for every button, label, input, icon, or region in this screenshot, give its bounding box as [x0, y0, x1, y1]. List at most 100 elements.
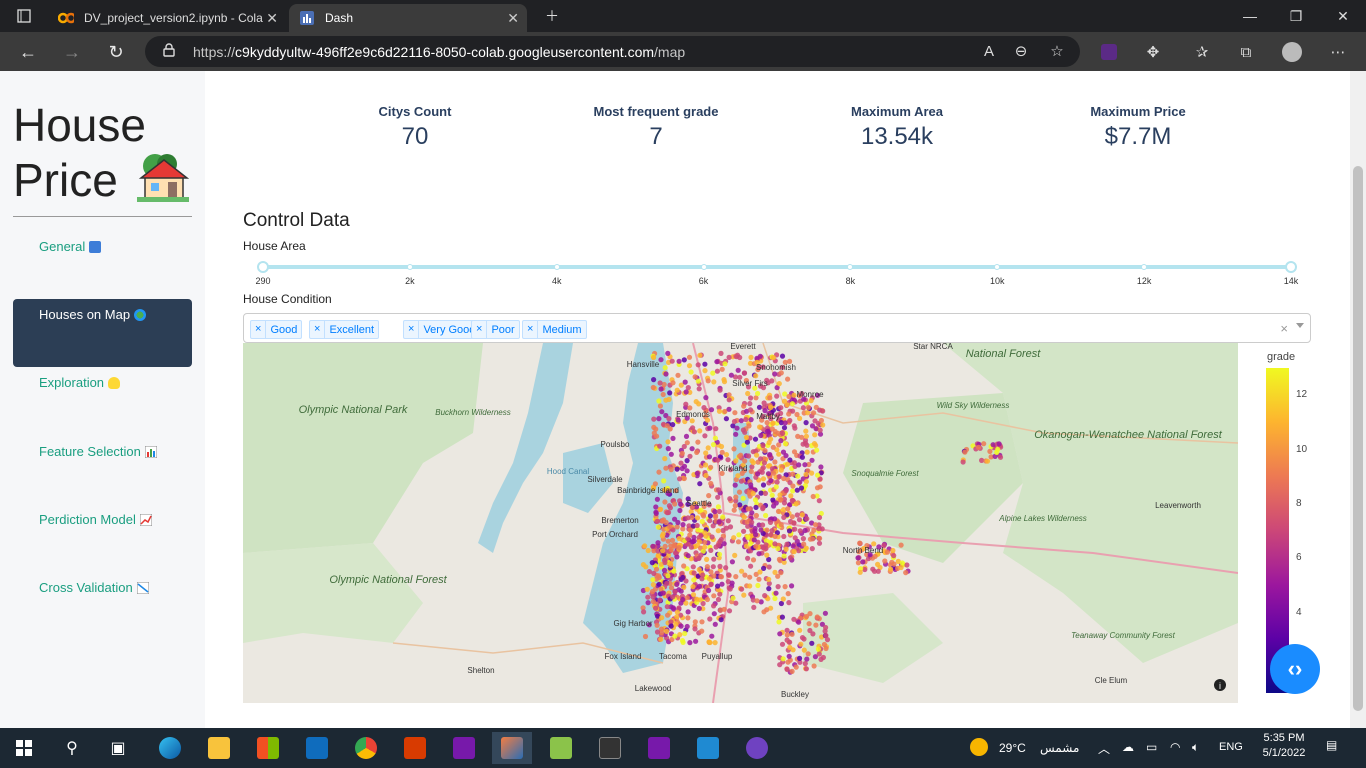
house-point — [723, 416, 729, 422]
house-point — [789, 401, 796, 407]
restore-icon[interactable]: ❐ — [1273, 0, 1319, 32]
chip-remove-icon[interactable]: × — [523, 321, 539, 338]
sidebar-item-houses-on-map[interactable]: Houses on Map — [13, 299, 192, 367]
wifi-icon[interactable]: ◠ — [1170, 740, 1180, 754]
battery-icon[interactable]: ▭ — [1146, 740, 1157, 754]
kpi-most-frequent-grade: Most frequent grade 7 — [556, 104, 756, 151]
forward-icon[interactable]: → — [56, 36, 88, 68]
chip-remove-icon[interactable]: × — [404, 321, 420, 338]
sidebar-item-feature-selection[interactable]: Feature Selection — [13, 436, 192, 504]
slider-tick-mark — [553, 264, 560, 270]
collections-icon[interactable]: ⧉ — [1232, 38, 1260, 66]
chrome-icon[interactable] — [346, 732, 386, 764]
edge-icon[interactable] — [150, 732, 190, 764]
weather-temperature[interactable]: 29°C — [999, 741, 1026, 755]
house-point — [756, 404, 763, 410]
lock-icon[interactable] — [163, 43, 175, 60]
house-area-slider-track[interactable] — [263, 265, 1291, 269]
condition-chip[interactable]: × Very Good — [403, 320, 481, 339]
house-point — [795, 473, 801, 479]
onenote-2-icon[interactable] — [639, 732, 679, 764]
clock[interactable]: 5:35 PM 5/1/2022 — [1255, 732, 1313, 759]
condition-chip[interactable]: × Good — [250, 320, 303, 339]
chip-remove-icon[interactable]: × — [310, 321, 326, 338]
notifications-icon[interactable]: ▤ — [1326, 738, 1337, 752]
house-point — [757, 569, 763, 575]
search-icon[interactable]: ⚲ — [52, 732, 92, 764]
sidebar-item-cross-validation[interactable]: Cross Validation — [13, 572, 192, 640]
profile-avatar[interactable] — [1278, 38, 1306, 66]
zoom-icon[interactable]: ⊖ — [1007, 37, 1035, 65]
sidebar-item-perdiction-model[interactable]: Perdiction Model — [13, 504, 192, 572]
weather-sun-icon[interactable] — [970, 738, 988, 756]
python-app-icon[interactable] — [492, 732, 532, 764]
house-point — [682, 630, 688, 637]
file-explorer-icon[interactable] — [199, 732, 239, 764]
onedrive-icon[interactable]: ☁ — [1122, 740, 1134, 754]
house-point — [653, 605, 659, 611]
favorites-icon[interactable]: ✰ — [1188, 38, 1216, 66]
store-icon[interactable] — [248, 732, 288, 764]
house-point — [696, 555, 702, 561]
terminal-icon[interactable] — [590, 732, 630, 764]
task-view-icon[interactable]: ▣ — [98, 732, 138, 764]
house-point — [726, 354, 732, 360]
house-point — [732, 482, 738, 488]
mail-icon[interactable] — [297, 732, 337, 764]
minimize-icon[interactable]: — — [1227, 0, 1273, 32]
map-canvas[interactable]: Everett Hansville Snohomish Silver Firs Monr… — [243, 343, 1238, 703]
read-aloud-icon[interactable]: A — [975, 37, 1003, 65]
sidebar-item-label: General — [39, 239, 86, 254]
back-icon[interactable]: ← — [12, 36, 44, 68]
chip-remove-icon[interactable]: × — [472, 321, 488, 338]
slider-max-handle[interactable] — [1285, 261, 1297, 273]
tab-actions-icon[interactable] — [0, 0, 48, 32]
condition-chip[interactable]: × Poor — [471, 320, 520, 339]
slider-min-handle[interactable] — [257, 261, 269, 273]
close-window-icon[interactable]: ✕ — [1320, 0, 1366, 32]
tab-colab[interactable]: DV_project_version2.ipynb - Cola ✕ — [48, 4, 286, 32]
house-point — [779, 641, 786, 647]
sidebar-item-exploration[interactable]: Exploration — [13, 368, 192, 436]
chip-remove-icon[interactable]: × — [251, 321, 267, 338]
more-menu-icon[interactable]: ⋯ — [1324, 38, 1352, 66]
refresh-icon[interactable]: ↻ — [100, 36, 132, 68]
house-point — [688, 544, 694, 550]
start-icon[interactable] — [4, 732, 44, 764]
code-embed-button[interactable]: ‹› — [1270, 644, 1320, 694]
house-condition-dropdown[interactable]: × Good × Excellent × Very Good × Poor × Medium × — [243, 313, 1311, 343]
onenote-icon[interactable] — [444, 732, 484, 764]
new-tab-icon[interactable]: ＋ — [529, 0, 575, 32]
volume-icon[interactable]: 🔈︎ — [1192, 740, 1199, 755]
github-desktop-icon[interactable] — [737, 732, 777, 764]
extension-icon[interactable] — [1095, 38, 1123, 66]
condition-chip[interactable]: × Excellent — [309, 320, 380, 339]
page-scrollbar[interactable] — [1350, 71, 1366, 728]
close-tab-icon[interactable]: ✕ — [507, 10, 519, 27]
title-line-2: Price — [13, 154, 118, 206]
tab-dash[interactable]: Dash ✕ — [289, 4, 527, 32]
sidebar-item-general[interactable]: General — [13, 228, 192, 296]
notepadpp-icon[interactable] — [541, 732, 581, 764]
condition-chip[interactable]: × Medium — [522, 320, 587, 339]
favorite-add-icon[interactable]: ☆ — [1043, 37, 1071, 65]
houses-map[interactable]: Everett Hansville Snohomish Silver Firs Monr… — [243, 343, 1238, 703]
chevron-down-icon[interactable] — [1296, 323, 1304, 328]
house-point — [712, 640, 718, 646]
close-tab-icon[interactable]: ✕ — [266, 10, 278, 27]
house-point — [809, 457, 815, 463]
scrollbar-thumb[interactable] — [1353, 166, 1363, 711]
tray-overflow-icon[interactable]: ︿ — [1098, 740, 1110, 757]
house-point — [806, 621, 812, 627]
vscode-icon[interactable] — [688, 732, 728, 764]
clear-all-icon[interactable]: × — [1280, 321, 1288, 336]
office-icon[interactable] — [395, 732, 435, 764]
house-point — [779, 614, 786, 620]
language-indicator[interactable]: ENG — [1219, 741, 1243, 753]
extensions-puzzle-icon[interactable]: ✥ — [1139, 38, 1167, 66]
house-point — [797, 479, 803, 485]
url-field[interactable]: https://c9kyddyultw-496ff2e9c6d22116-805… — [145, 36, 1080, 67]
house-point — [737, 502, 743, 508]
weather-condition[interactable]: مشمس — [1040, 741, 1079, 755]
house-point — [704, 556, 710, 562]
